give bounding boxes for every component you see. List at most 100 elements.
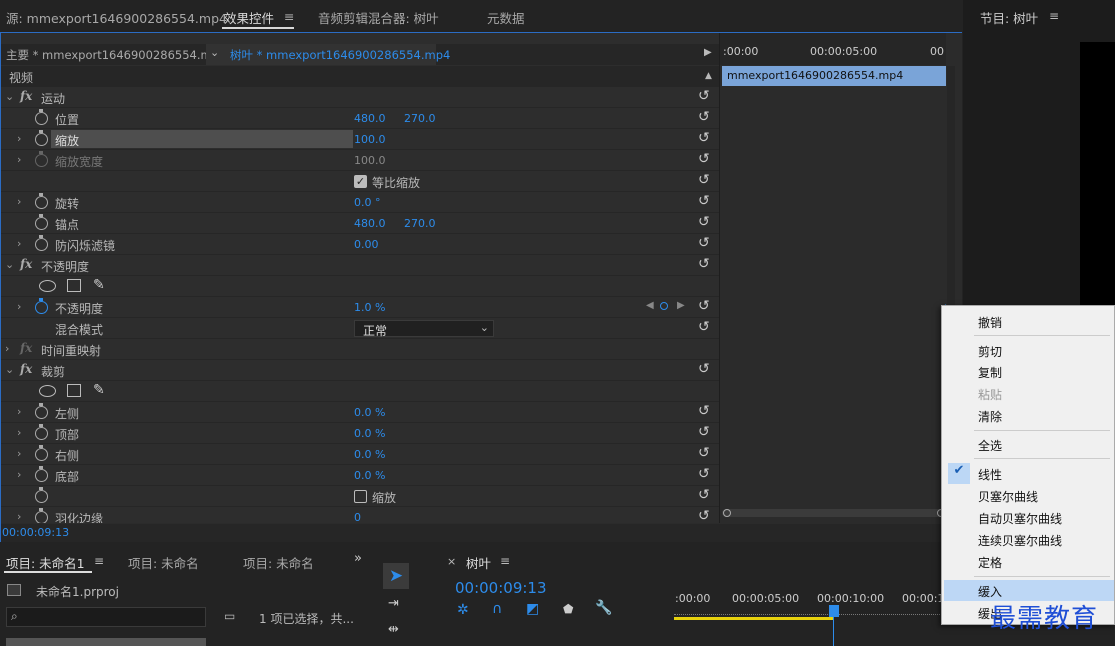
- add-marker-icon[interactable]: ◩: [526, 601, 539, 617]
- panel-menu-icon[interactable]: ≡: [94, 554, 104, 568]
- ripple-edit-tool-icon[interactable]: ⇹: [388, 622, 399, 637]
- expand-chevron-icon[interactable]: ›: [17, 237, 21, 250]
- selection-tool-icon[interactable]: ➤: [383, 563, 409, 589]
- expand-chevron-icon[interactable]: ⌄: [5, 258, 14, 271]
- collapse-up-icon[interactable]: ▲: [705, 71, 712, 81]
- position-x-value[interactable]: 480.0: [354, 112, 386, 125]
- position-y-value[interactable]: 270.0: [404, 112, 436, 125]
- stopwatch-icon[interactable]: [35, 130, 48, 146]
- menu-item-linear[interactable]: ✔ 线性: [944, 463, 1114, 484]
- rectangle-mask-icon[interactable]: [67, 279, 81, 292]
- timeline-ruler-ticks[interactable]: [674, 607, 948, 615]
- expand-chevron-icon[interactable]: ›: [17, 300, 21, 313]
- pen-mask-icon[interactable]: ✎: [93, 382, 105, 398]
- expand-chevron-icon[interactable]: ⌄: [5, 90, 14, 103]
- reset-icon[interactable]: ↺: [698, 508, 710, 523]
- reset-icon[interactable]: ↺: [698, 88, 710, 104]
- menu-item-copy[interactable]: 复制: [944, 361, 1114, 382]
- scroll-handle-left[interactable]: [723, 509, 731, 517]
- stopwatch-icon[interactable]: [35, 487, 48, 503]
- expand-chevron-icon[interactable]: ⌄: [5, 363, 14, 376]
- reset-icon[interactable]: ↺: [698, 445, 710, 461]
- playhead[interactable]: [829, 605, 839, 617]
- expand-chevron-icon[interactable]: ›: [17, 510, 21, 523]
- menu-item-auto-bezier[interactable]: 自动贝塞尔曲线: [944, 507, 1114, 528]
- expand-chevron-icon[interactable]: ›: [17, 195, 21, 208]
- reset-icon[interactable]: ↺: [698, 256, 710, 272]
- anchor-y-value[interactable]: 270.0: [404, 217, 436, 230]
- rotation-value[interactable]: 0.0 °: [354, 196, 381, 209]
- stopwatch-icon[interactable]: [35, 109, 48, 125]
- reset-icon[interactable]: ↺: [698, 172, 710, 188]
- expand-chevron-icon[interactable]: ›: [17, 426, 21, 439]
- fx-icon[interactable]: fx: [20, 362, 32, 376]
- menu-item-undo[interactable]: 撤销: [944, 311, 1114, 332]
- expand-chevron-icon[interactable]: ›: [5, 342, 9, 355]
- effect-opacity[interactable]: ⌄ fx 不透明度 ↺: [1, 255, 719, 276]
- panel-menu-icon[interactable]: ≡: [1049, 9, 1059, 23]
- tab-source[interactable]: 源: mmexport1646900286554.mp4: [6, 8, 227, 27]
- reset-icon[interactable]: ↺: [698, 466, 710, 482]
- bin-icon[interactable]: ▭: [224, 609, 235, 623]
- marker-icon[interactable]: ⬟: [563, 602, 573, 616]
- tab-metadata[interactable]: 元数据: [487, 8, 525, 27]
- reset-icon[interactable]: ↺: [698, 487, 710, 503]
- work-area-bar[interactable]: [674, 617, 834, 620]
- stopwatch-icon[interactable]: [35, 235, 48, 251]
- chevron-down-icon[interactable]: ⌄: [210, 46, 219, 59]
- crop-right-value[interactable]: 0.0 %: [354, 448, 385, 461]
- stopwatch-icon[interactable]: [35, 403, 48, 419]
- menu-item-select-all[interactable]: 全选: [944, 434, 1114, 455]
- rectangle-mask-icon[interactable]: [67, 384, 81, 397]
- fx-icon[interactable]: fx: [20, 89, 32, 103]
- opacity-value[interactable]: 1.0 %: [354, 301, 385, 314]
- reset-icon[interactable]: ↺: [698, 109, 710, 125]
- sequence-title[interactable]: 树叶: [466, 553, 491, 572]
- reset-icon[interactable]: ↺: [698, 424, 710, 440]
- reset-icon[interactable]: ↺: [698, 214, 710, 230]
- uniform-scale-checkbox[interactable]: ✓: [354, 175, 367, 188]
- clip-bar[interactable]: mmexport1646900286554.mp4: [722, 66, 946, 86]
- time-ruler[interactable]: :00:00 00:00:05:00 00: [720, 33, 946, 65]
- close-icon[interactable]: ×: [447, 555, 456, 568]
- stopwatch-icon[interactable]: [35, 298, 48, 314]
- stopwatch-icon[interactable]: [35, 508, 48, 523]
- reset-icon[interactable]: ↺: [698, 151, 710, 167]
- tab-effect-controls[interactable]: 效果控件: [224, 8, 274, 27]
- tab-project-3[interactable]: 项目: 未命名: [243, 553, 314, 572]
- menu-item-cut[interactable]: 剪切: [944, 340, 1114, 361]
- expand-chevron-icon[interactable]: ›: [17, 132, 21, 145]
- effect-crop[interactable]: ⌄ fx 裁剪 ↺: [1, 360, 719, 381]
- snap-icon[interactable]: ✲: [457, 602, 469, 618]
- expand-chevron-icon[interactable]: ›: [17, 405, 21, 418]
- expand-chevron-icon[interactable]: ›: [17, 468, 21, 481]
- track-select-tool-icon[interactable]: ⇥: [388, 596, 399, 611]
- master-clip-label[interactable]: 主要 * mmexport1646900286554.mp4: [6, 47, 226, 63]
- fx-icon[interactable]: fx: [20, 257, 32, 271]
- reset-icon[interactable]: ↺: [698, 193, 710, 209]
- feather-value[interactable]: 0: [354, 511, 361, 523]
- reset-icon[interactable]: ↺: [698, 298, 710, 314]
- menu-item-clear[interactable]: 清除: [944, 405, 1114, 426]
- sequence-clip-tab[interactable]: ⌄ 树叶 * mmexport1646900286554.mp4: [206, 44, 450, 65]
- expand-chevron-icon[interactable]: ›: [17, 447, 21, 460]
- menu-item-continuous-bezier[interactable]: 连续贝塞尔曲线: [944, 529, 1114, 550]
- reset-icon[interactable]: ↺: [698, 361, 710, 377]
- horizontal-scrollbar[interactable]: [722, 509, 946, 517]
- crop-left-value[interactable]: 0.0 %: [354, 406, 385, 419]
- sequence-clip-label[interactable]: 树叶 * mmexport1646900286554.mp4: [230, 47, 450, 63]
- ellipse-mask-icon[interactable]: [39, 280, 56, 292]
- stopwatch-icon[interactable]: [35, 424, 48, 440]
- pen-mask-icon[interactable]: ✎: [93, 277, 105, 293]
- ellipse-mask-icon[interactable]: [39, 385, 56, 397]
- more-tabs-icon[interactable]: »: [354, 551, 362, 566]
- panel-menu-icon[interactable]: ≡: [284, 9, 294, 24]
- stopwatch-icon[interactable]: [35, 445, 48, 461]
- crop-bottom-value[interactable]: 0.0 %: [354, 469, 385, 482]
- linked-selection-icon[interactable]: ∩: [492, 601, 502, 617]
- expand-chevron-icon[interactable]: ›: [17, 153, 21, 166]
- tab-audio-clip-mixer[interactable]: 音频剪辑混合器: 树叶: [318, 8, 439, 27]
- search-input[interactable]: ⌕: [6, 607, 206, 627]
- sequence-timecode[interactable]: 00:00:09:13: [455, 579, 547, 597]
- menu-item-hold[interactable]: 定格: [944, 551, 1114, 572]
